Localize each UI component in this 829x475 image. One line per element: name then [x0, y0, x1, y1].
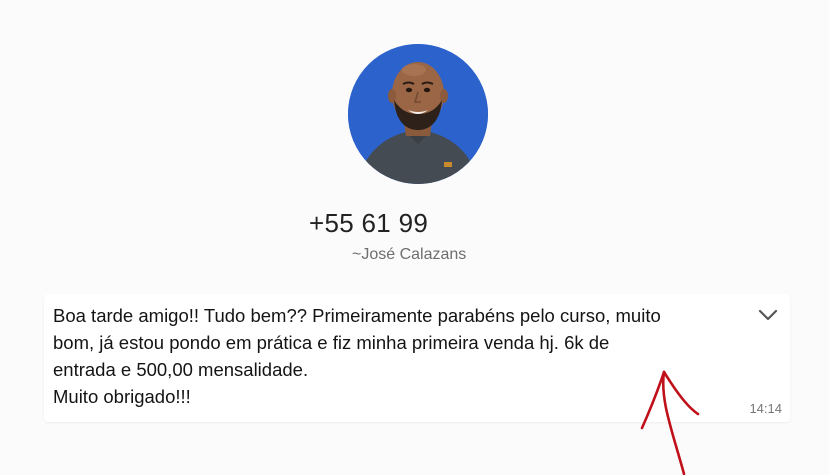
message-bubble[interactable]: Boa tarde amigo!! Tudo bem?? Primeiramen… — [44, 294, 790, 422]
contact-header: +55 61 99 ~José Calazans — [0, 0, 829, 290]
chevron-down-icon — [758, 309, 778, 321]
message-menu-button[interactable] — [756, 304, 780, 326]
message-text: Boa tarde amigo!! Tudo bem?? Primeiramen… — [53, 305, 661, 407]
contact-phone-number: +55 61 99 — [309, 208, 429, 238]
contact-photo — [348, 44, 488, 184]
contact-avatar[interactable] — [348, 44, 488, 184]
message-timestamp: 14:14 — [749, 401, 782, 416]
contact-display-name: ~José Calazans — [352, 246, 467, 263]
